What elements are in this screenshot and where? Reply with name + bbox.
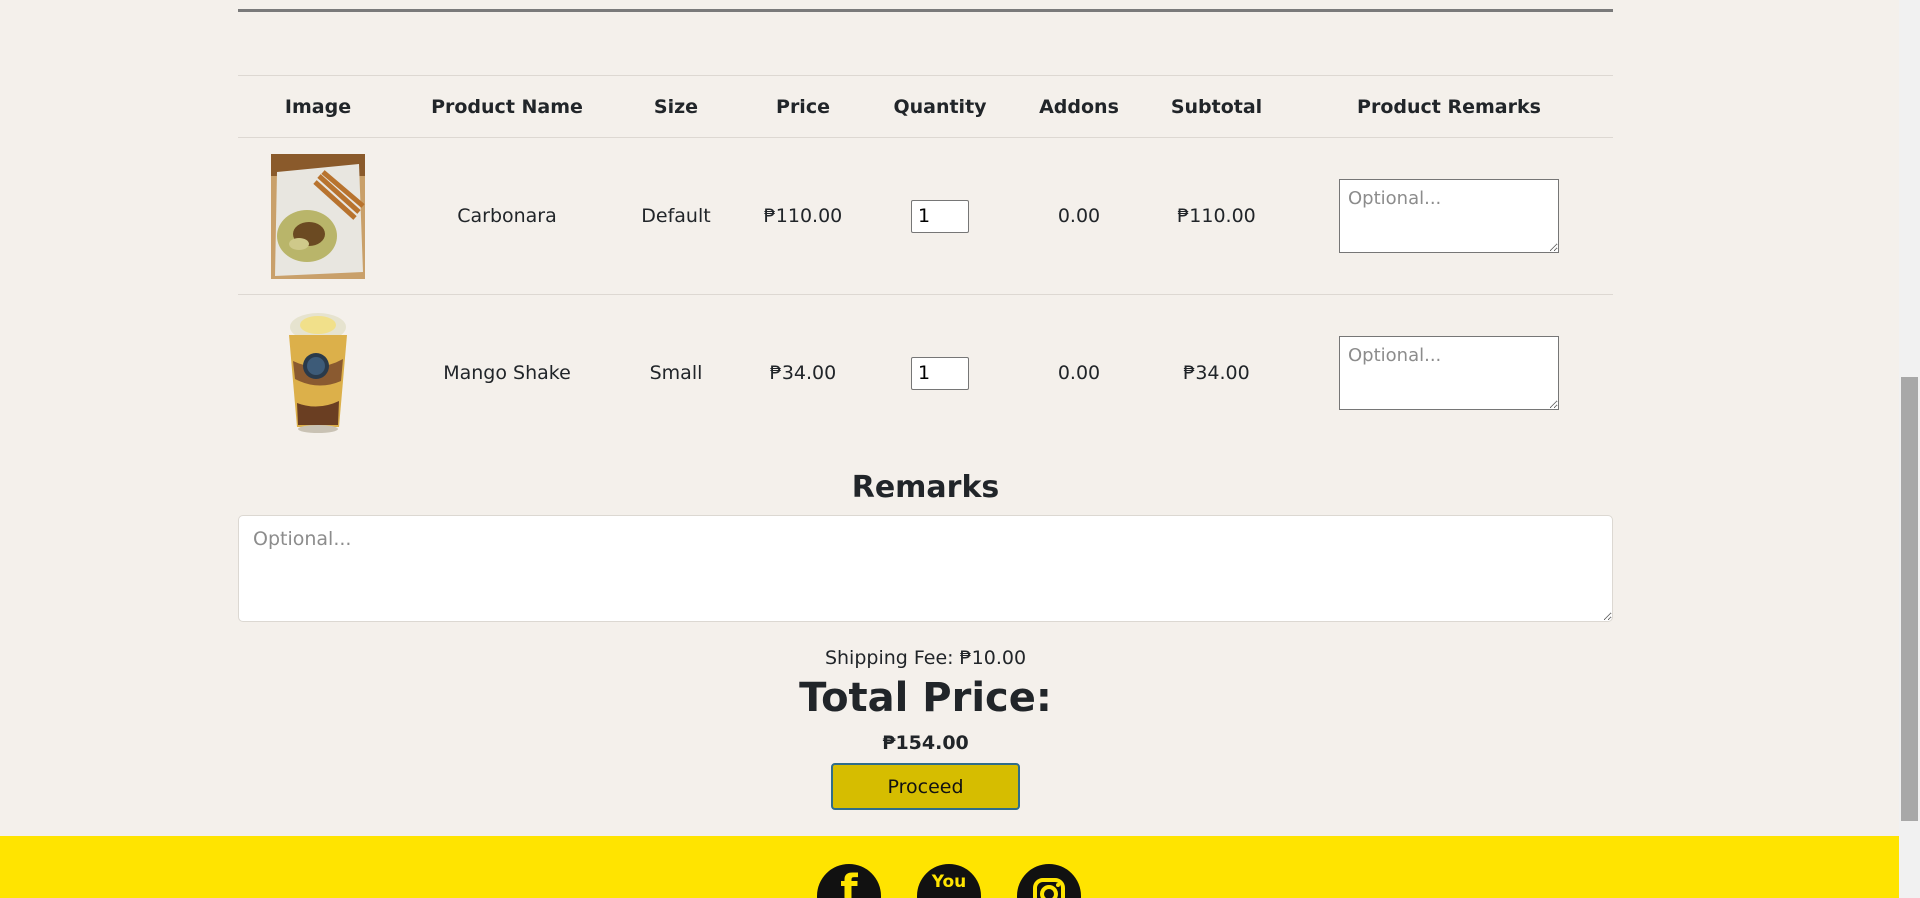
vertical-scrollbar[interactable] [1899,0,1920,898]
quantity-cell [870,295,1010,452]
footer: f You [0,836,1899,898]
table-header-row: Image Product Name Size Price Quantity A… [238,75,1613,138]
column-header: Subtotal [1148,75,1285,138]
column-header: Image [238,75,398,138]
product-subtotal: ₱110.00 [1148,137,1285,295]
product-remarks-input[interactable] [1339,179,1559,253]
remarks-title: Remarks [851,470,1000,505]
shipping-fee: Shipping Fee: ₱10.00 [824,647,1027,669]
quantity-input[interactable] [911,199,969,233]
product-remarks-cell [1285,137,1613,295]
order-remarks-input[interactable] [238,515,1613,622]
instagram-icon[interactable] [1017,864,1081,898]
product-size: Small [649,362,703,384]
product-name: Mango Shake [443,362,571,384]
proceed-button[interactable]: Proceed [831,763,1020,810]
scrollbar-thumb[interactable] [1901,377,1918,821]
product-name: Carbonara [398,137,616,295]
quantity-input[interactable] [911,356,969,390]
product-addons: 0.00 [1057,362,1101,384]
cart-table: Image Product Name Size Price Quantity A… [238,75,1613,451]
product-image-cell [238,295,398,452]
carbonara-image [271,153,365,279]
product-size: Default [616,137,736,295]
page: Image Product Name Size Price Quantity A… [0,0,1899,898]
column-header: Addons [1010,75,1148,138]
total-price-label: Total Price: [799,675,1052,721]
column-header: Size [616,75,736,138]
quantity-cell [870,137,1010,295]
column-header: Product Remarks [1285,75,1613,138]
table-row: Carbonara Default ₱110.00 0.00 ₱110.00 [238,137,1613,295]
column-header: Quantity [870,75,1010,138]
youtube-glyph: You [931,872,967,892]
mango-shake-image [289,312,347,433]
youtube-icon[interactable]: You [917,864,981,898]
table-row: Mango Shake Small ₱34.00 0.00 ₱34.00 [238,295,1613,452]
divider [238,9,1613,12]
column-header: Product Name [398,75,616,138]
product-price: ₱110.00 [736,137,870,295]
product-image-cell [238,137,398,295]
facebook-icon[interactable]: f [817,864,881,898]
product-price: ₱34.00 [769,362,837,384]
product-remarks-input[interactable] [1339,336,1559,410]
product-remarks-cell [1285,295,1613,452]
facebook-glyph: f [840,867,858,898]
total-price-value: ₱154.00 [882,732,969,754]
column-header: Price [736,75,870,138]
product-addons: 0.00 [1010,137,1148,295]
product-subtotal: ₱34.00 [1183,362,1250,384]
instagram-glyph [1033,878,1065,898]
